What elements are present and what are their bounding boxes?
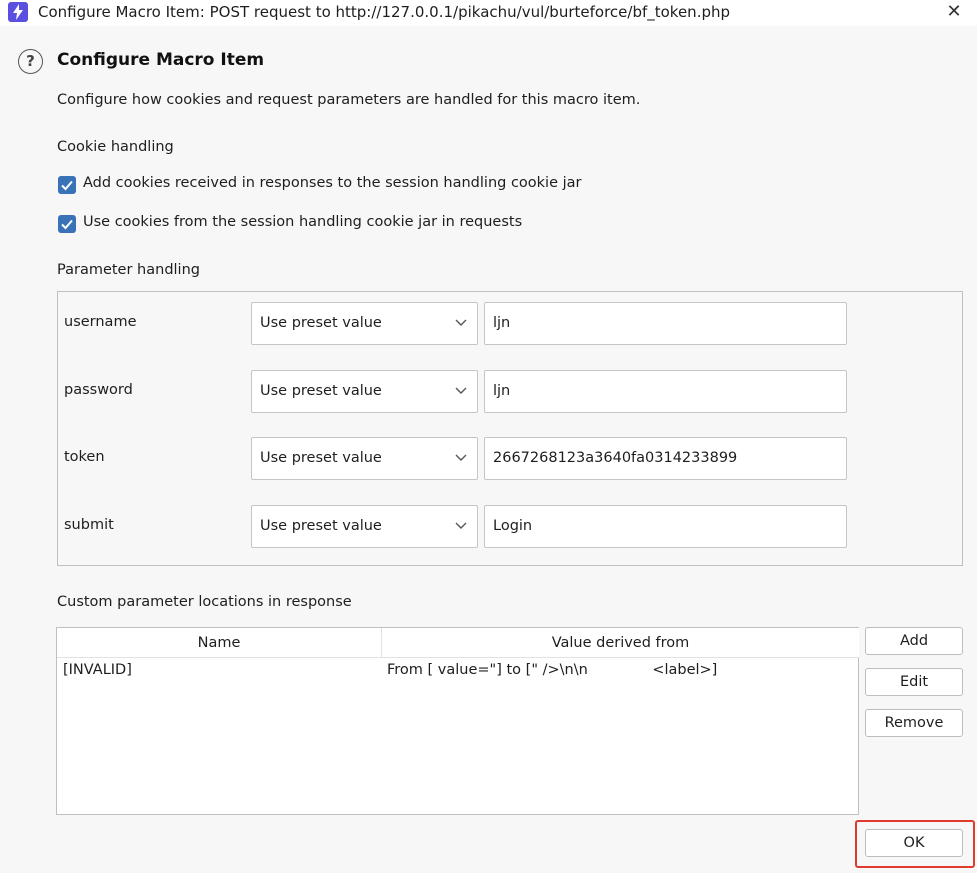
checkbox-label: Use cookies from the session handling co… — [83, 214, 523, 230]
param-name: token — [64, 449, 105, 465]
param-name: username — [64, 314, 137, 330]
parameter-handling-label: Parameter handling — [57, 262, 200, 278]
param-name: submit — [64, 517, 114, 533]
remove-button[interactable]: Remove — [865, 709, 963, 737]
chevron-down-icon — [455, 522, 467, 529]
custom-locations-label: Custom parameter locations in response — [57, 594, 352, 610]
param-row-username: username Use preset value ljn — [58, 302, 962, 346]
chevron-down-icon — [455, 387, 467, 394]
cookie-handling-label: Cookie handling — [57, 139, 174, 155]
close-icon[interactable]: ✕ — [944, 2, 964, 22]
checkbox-checked[interactable] — [58, 176, 76, 194]
checkbox-checked[interactable] — [58, 215, 76, 233]
description-text: Configure how cookies and request parame… — [57, 92, 641, 108]
select-value: Use preset value — [260, 383, 382, 399]
window-title: Configure Macro Item: POST request to ht… — [38, 3, 731, 21]
param-name: password — [64, 382, 133, 398]
chevron-down-icon — [455, 454, 467, 461]
add-button[interactable]: Add — [865, 627, 963, 655]
column-header-value[interactable]: Value derived from — [382, 628, 859, 658]
select-value: Use preset value — [260, 450, 382, 466]
parameter-panel: username Use preset value ljn password U… — [57, 291, 963, 566]
select-value: Use preset value — [260, 315, 382, 331]
input-value: 2667268123a3640fa0314233899 — [493, 450, 738, 466]
help-icon[interactable]: ? — [18, 49, 43, 74]
param-mode-select[interactable]: Use preset value — [251, 370, 478, 413]
lightning-icon — [8, 2, 28, 22]
ok-button[interactable]: OK — [865, 829, 963, 857]
param-mode-select[interactable]: Use preset value — [251, 505, 478, 548]
chevron-down-icon — [455, 319, 467, 326]
input-value: Login — [493, 518, 533, 534]
param-mode-select[interactable]: Use preset value — [251, 437, 478, 480]
param-value-input[interactable]: ljn — [484, 370, 847, 413]
title-bar: Configure Macro Item: POST request to ht… — [0, 0, 977, 26]
table-cell-name[interactable]: [INVALID] — [63, 662, 132, 678]
param-row-submit: submit Use preset value Login — [58, 505, 962, 549]
edit-button[interactable]: Edit — [865, 668, 963, 696]
param-value-input[interactable]: Login — [484, 505, 847, 548]
param-value-input[interactable]: 2667268123a3640fa0314233899 — [484, 437, 847, 480]
param-mode-select[interactable]: Use preset value — [251, 302, 478, 345]
column-header-name[interactable]: Name — [57, 628, 382, 658]
custom-locations-table: Name Value derived from [INVALID] From [… — [56, 627, 859, 815]
param-value-input[interactable]: ljn — [484, 302, 847, 345]
checkbox-label: Add cookies received in responses to the… — [83, 175, 582, 191]
input-value: ljn — [493, 383, 511, 399]
check-icon — [61, 219, 73, 230]
input-value: ljn — [493, 315, 511, 331]
table-cell-derived[interactable]: From [ value="] to [" />\n\n <label>] — [387, 662, 717, 678]
check-icon — [61, 180, 73, 191]
param-row-password: password Use preset value ljn — [58, 370, 962, 414]
param-row-token: token Use preset value 2667268123a3640fa… — [58, 437, 962, 481]
page-title: Configure Macro Item — [57, 50, 265, 70]
select-value: Use preset value — [260, 518, 382, 534]
